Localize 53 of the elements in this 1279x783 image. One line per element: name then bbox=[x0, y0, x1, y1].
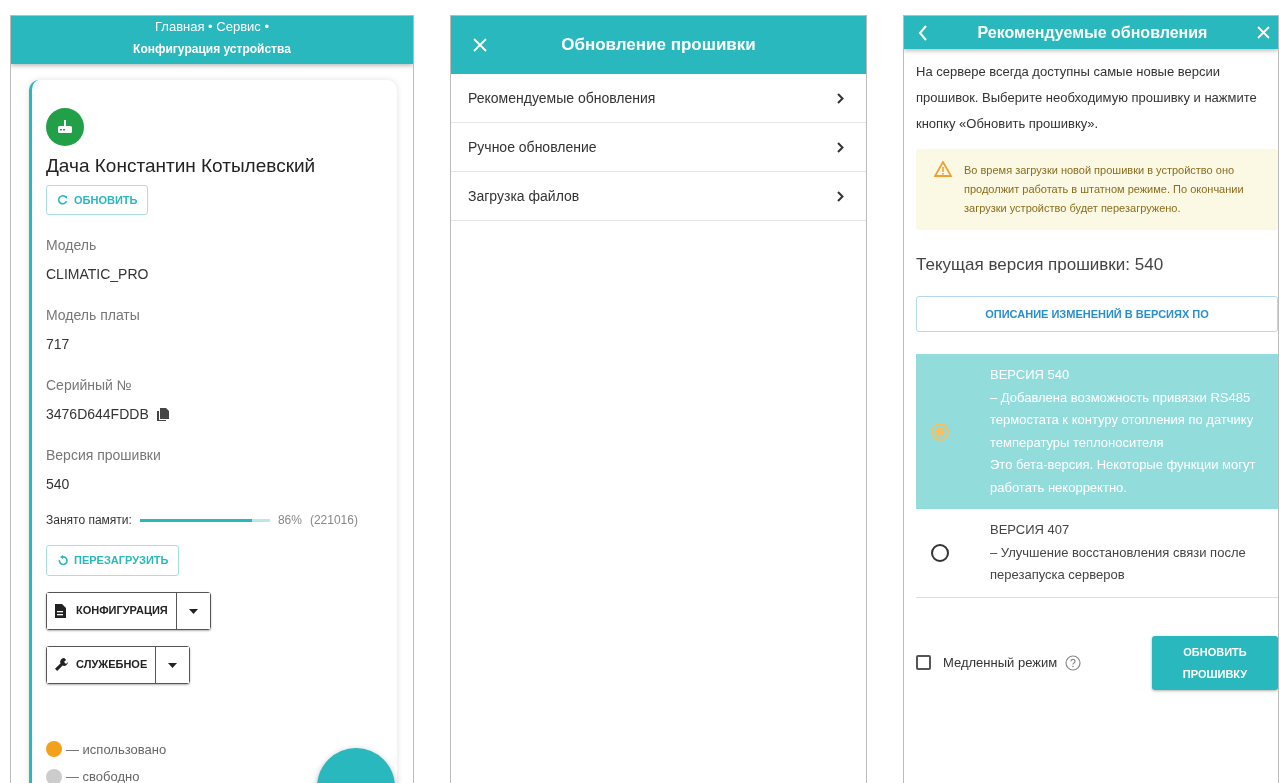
breadcrumb-text[interactable]: Конфигурация устройства bbox=[11, 38, 413, 64]
memory-label: Занято памяти: bbox=[46, 512, 132, 529]
caret-icon bbox=[168, 662, 178, 668]
close-icon[interactable] bbox=[1257, 26, 1270, 39]
version-title: ВЕРСИЯ 540 bbox=[990, 366, 1071, 384]
close-icon[interactable] bbox=[473, 38, 487, 52]
field-label: Версия прошивки bbox=[46, 446, 162, 465]
intro-text: На сервере всегда доступны самые новые версии прошивок. Выберите необходимую прошивку и нажмите кнопку «Обновить прошивку». bbox=[916, 63, 1258, 133]
current-version-heading: Текущая версия прошивки: 540 bbox=[916, 254, 1165, 276]
slow-mode-label: Медленный режим bbox=[943, 653, 1058, 672]
refresh-icon bbox=[57, 194, 68, 206]
version-option[interactable]: ВЕРСИЯ 407 – Улучшение восстановления связи после перезапуска серверов bbox=[916, 509, 1278, 598]
radio-button[interactable] bbox=[930, 542, 950, 563]
dropdown-toggle-button[interactable] bbox=[155, 646, 190, 683]
warning-icon bbox=[934, 161, 952, 177]
field-label: Серийный № bbox=[46, 376, 133, 395]
slow-mode-checkbox[interactable] bbox=[916, 655, 931, 670]
chevron-right-icon bbox=[837, 190, 844, 202]
version-note: Это бета-версия. Некоторые функции могут работать некорректно. bbox=[990, 456, 1257, 497]
field-value: 717 bbox=[46, 335, 70, 354]
version-title: ВЕРСИЯ 407 bbox=[990, 521, 1071, 539]
version-description: – Улучшение восстановления связи после перезапуска серверов bbox=[990, 543, 1247, 584]
back-icon[interactable] bbox=[918, 24, 928, 41]
field-value: 3476D644FDDB bbox=[46, 405, 149, 424]
wrench-icon bbox=[55, 657, 68, 672]
memory-percent: 86% bbox=[277, 512, 302, 529]
dropdown-button[interactable]: КОНФИГУРАЦИЯ bbox=[47, 592, 176, 629]
chevron-right-icon bbox=[837, 141, 844, 153]
refresh-button[interactable]: ОБНОВИТЬ bbox=[46, 184, 149, 215]
breadcrumb-text[interactable]: Главная • Сервис • bbox=[11, 16, 413, 38]
screen-title: Обновление прошивки bbox=[560, 34, 757, 57]
legend-label: — использовано bbox=[66, 740, 167, 759]
legend-label: — свободно bbox=[66, 768, 140, 783]
memory-count: (221016) bbox=[309, 512, 358, 529]
dropdown-button[interactable]: СЛУЖЕБНОЕ bbox=[47, 646, 156, 683]
changelog-button[interactable]: ОПИСАНИЕ ИЗМЕНЕНИЙ В ВЕРСИЯХ ПО bbox=[916, 295, 1278, 332]
document-icon bbox=[55, 603, 68, 618]
version-description: – Добавлена возможность привязки RS485 термостата к контуру отопления по датчику температуры теплоносителя bbox=[990, 388, 1255, 452]
reboot-button[interactable]: ПЕРЕЗАГРУЗИТЬ bbox=[46, 545, 180, 576]
screen-title: Рекомендуемые обновления bbox=[976, 22, 1209, 43]
device-name: Дача Константин Котылевский bbox=[46, 154, 317, 178]
copy-icon[interactable] bbox=[156, 408, 169, 421]
update-firmware-button[interactable]: ОБНОВИТЬ ПРОШИВКУ bbox=[1152, 635, 1278, 690]
dropdown-toggle-button[interactable] bbox=[175, 592, 210, 629]
field-label: Модель bbox=[46, 236, 98, 255]
chevron-right-icon bbox=[837, 92, 844, 104]
field-value: 540 bbox=[46, 475, 70, 494]
help-icon[interactable] bbox=[1065, 654, 1082, 671]
restart-icon bbox=[57, 554, 68, 566]
warning-text: Во время загрузки новой прошивки в устройство оно продолжит работать в штатном режиме. По окончании загрузки устройство будет перезагружено. bbox=[964, 163, 1245, 216]
caret-icon bbox=[188, 608, 198, 614]
field-label: Модель платы bbox=[46, 306, 141, 325]
field-value: CLIMATIC_PRO bbox=[46, 265, 149, 284]
